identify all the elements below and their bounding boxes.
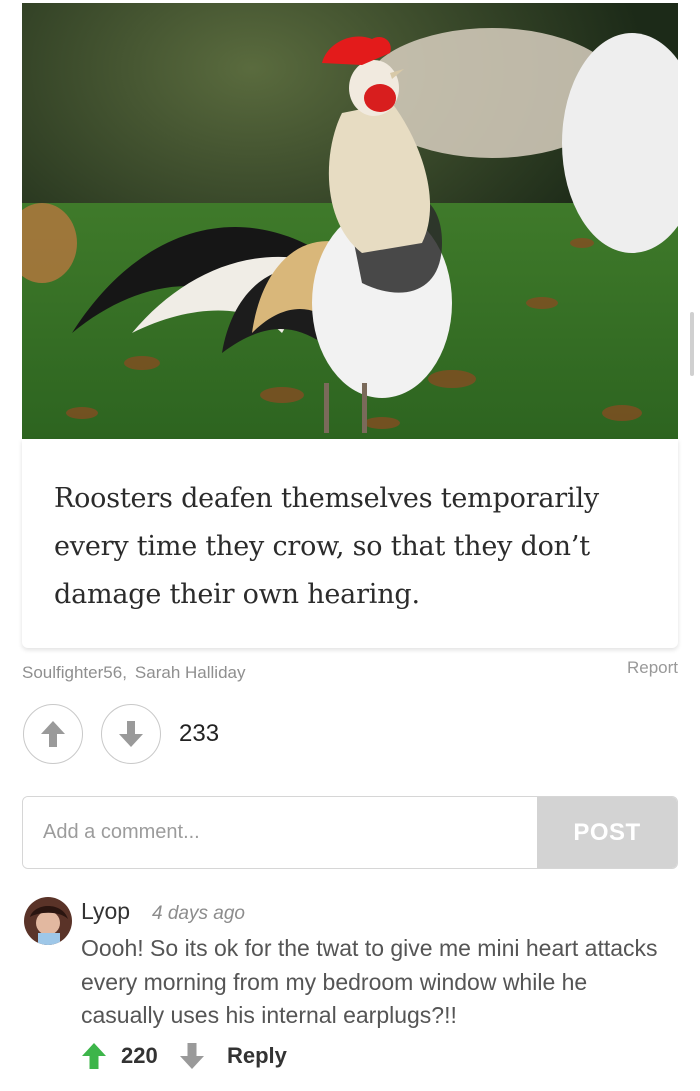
comment-username[interactable]: Lyop [81,898,130,925]
credit-source[interactable]: Sarah Halliday [135,663,246,682]
comment-text: Oooh! So its ok for the twat to give me … [81,935,658,1028]
downvote-button[interactable] [101,704,161,764]
comment-input[interactable] [23,797,537,868]
post-image [22,3,678,439]
post-credits: Soulfighter56, Sarah Halliday [22,663,245,683]
avatar[interactable] [24,897,72,945]
upvote-button[interactable] [23,704,83,764]
credit-author[interactable]: Soulfighter56 [22,663,122,682]
arrow-down-icon [119,721,143,747]
arrow-up-icon [82,1043,106,1069]
comment-score: 220 [121,1043,158,1068]
credit-separator: , [122,663,127,682]
fact-card: Roosters deafen themselves temporarily e… [22,439,678,648]
reply-button[interactable]: Reply [227,1043,287,1069]
arrow-up-icon [41,721,65,747]
scrollbar-thumb[interactable] [690,312,694,376]
comment-upvote-button[interactable] [81,1042,107,1075]
report-link[interactable]: Report [627,658,678,678]
comment-form: POST [22,796,678,869]
user-avatar-icon [24,897,72,945]
comment-timestamp: 4 days ago [152,903,245,924]
rooster-photo [22,3,678,439]
post-score: 233 [179,720,220,747]
fact-text: Roosters deafen themselves temporarily e… [54,483,599,610]
post-comment-button[interactable]: POST [537,797,677,868]
comment-downvote-button[interactable] [179,1042,205,1075]
arrow-down-icon [180,1043,204,1069]
